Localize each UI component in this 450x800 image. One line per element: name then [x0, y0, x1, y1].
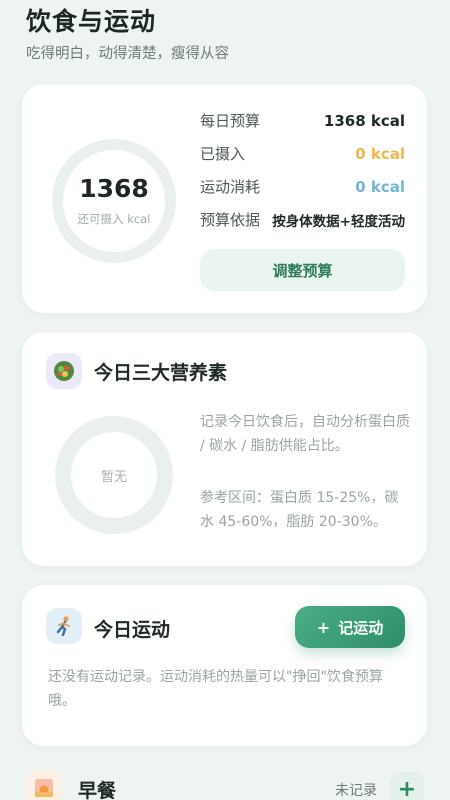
stat-exercise-burn: 运动消耗 0 kcal — [200, 176, 405, 197]
stat-label: 运动消耗 — [200, 178, 261, 196]
stat-value: 0 kcal — [355, 144, 405, 163]
nutrients-reference: 参考区间：蛋白质 15-25%，碳水 45-60%，脂肪 20-30%。 — [200, 490, 399, 530]
add-exercise-label: 记运动 — [338, 618, 384, 637]
remaining-caption: 还可摄入 kcal — [77, 211, 151, 226]
exercise-empty-message: 还没有运动记录。运动消耗的热量可以"挣回"饮食预算哦。 — [48, 669, 383, 709]
budget-card: 1368 还可摄入 kcal 每日预算 1368 kcal 已摄入 0 kcal… — [22, 84, 427, 313]
macro-ring: 暂无 — [55, 416, 173, 534]
meal-row-breakfast[interactable]: 早餐 未记录 + — [22, 766, 427, 800]
exercise-card: 今日运动 + 记运动 还没有运动记录。运动消耗的热量可以"挣回"饮食预算哦。 — [22, 585, 427, 746]
stat-value: 按身体数据+轻度活动 — [272, 213, 405, 230]
macro-empty-label: 暂无 — [100, 469, 127, 485]
salad-icon — [46, 353, 82, 389]
sunrise-icon — [26, 770, 62, 800]
stat-label: 已摄入 — [200, 145, 246, 163]
meal-name: 早餐 — [78, 780, 117, 800]
page-title: 饮食与运动 — [26, 7, 157, 36]
stat-label: 每日预算 — [200, 112, 261, 130]
stat-daily-budget: 每日预算 1368 kcal — [200, 110, 405, 131]
meal-status: 未记录 — [335, 783, 377, 799]
calorie-ring: 1368 还可摄入 kcal — [52, 139, 176, 263]
nutrients-card: 今日三大营养素 暂无 记录今日饮食后，自动分析蛋白质 / 碳水 / 脂肪供能占比… — [22, 332, 427, 566]
add-exercise-button[interactable]: + 记运动 — [295, 606, 405, 648]
nutrients-title: 今日三大营养素 — [94, 362, 228, 384]
stat-budget-basis: 预算依据 按身体数据+轻度活动 — [200, 209, 405, 230]
stat-intake: 已摄入 0 kcal — [200, 143, 405, 164]
nutrients-description: 记录今日饮食后，自动分析蛋白质 / 碳水 / 脂肪供能占比。 — [200, 414, 410, 454]
page-subtitle: 吃得明白，动得清楚，瘦得从容 — [26, 46, 229, 62]
plus-icon: + — [316, 617, 331, 637]
add-meal-button[interactable]: + — [390, 772, 424, 800]
adjust-budget-button[interactable]: 调整预算 — [200, 249, 405, 291]
stat-value: 1368 kcal — [323, 111, 405, 130]
stat-value: 0 kcal — [355, 177, 405, 196]
running-icon — [46, 608, 82, 644]
exercise-title: 今日运动 — [94, 619, 171, 641]
remaining-calories: 1368 — [79, 173, 149, 203]
stat-label: 预算依据 — [200, 211, 261, 229]
